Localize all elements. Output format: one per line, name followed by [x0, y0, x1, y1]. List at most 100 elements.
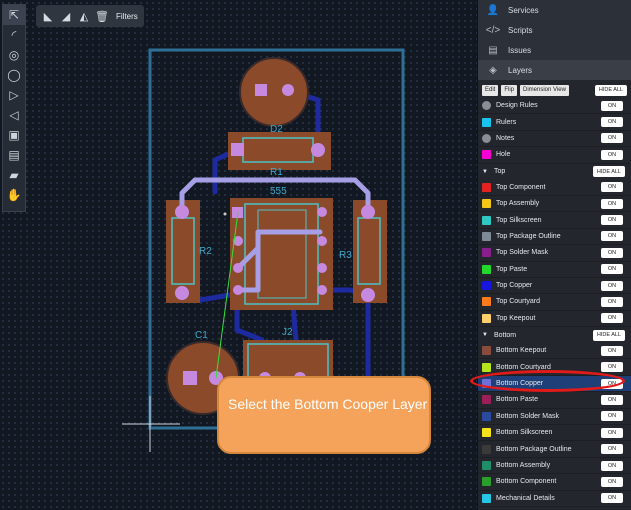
right-panel: 👤 Services </> Scripts ▤ Issues ◈ Layers Edi… [477, 0, 631, 510]
layer-row[interactable]: Bottom Assembly ON [478, 458, 631, 475]
layer-toggle-button[interactable]: ON [601, 182, 623, 193]
layer-toggle-button[interactable]: ON [601, 411, 623, 422]
nav-services-label: Services [508, 5, 539, 15]
layer-label: Hole [496, 151, 511, 159]
triangle-tool-icon[interactable]: ◁ [3, 105, 25, 125]
layer-row[interactable]: Top Silkscreen ON [478, 212, 631, 229]
layer-row[interactable]: Top Assembly ON [478, 196, 631, 213]
layer-toggle-button[interactable]: ON [601, 476, 623, 487]
layer-row[interactable]: Top Courtyard ON [478, 294, 631, 311]
layer-row[interactable]: Rulers ON [478, 114, 631, 131]
layer-label: Top Silkscreen [496, 216, 542, 224]
align-left-icon[interactable]: ◣ [40, 8, 56, 24]
layer-toggle-button[interactable]: ON [601, 345, 623, 356]
polygon-tool-icon[interactable]: ▷ [3, 85, 25, 105]
layer-row[interactable]: Top Paste ON [478, 262, 631, 278]
trash-icon[interactable]: 🗑 [94, 8, 110, 24]
nav-layers[interactable]: ◈ Layers [478, 60, 631, 80]
layer-toggle-button[interactable]: ON [601, 198, 623, 209]
filters-button[interactable]: Filters [116, 12, 138, 21]
layer-toggle-button[interactable]: ON [601, 100, 623, 111]
layer-row[interactable]: Hole ON [478, 147, 631, 164]
layer-row[interactable]: Bottom Silkscreen ON [478, 425, 631, 442]
layer-toggle-button[interactable]: ON [601, 231, 623, 242]
layer-row[interactable]: Bottom Component ON [478, 474, 631, 491]
layer-row[interactable]: Top Component ON [478, 180, 631, 196]
flip-icon[interactable]: ◭ [76, 8, 92, 24]
nav-scripts-label: Scripts [508, 25, 533, 35]
layer-label: Top Keepout [496, 314, 536, 322]
top-hide-all-button[interactable]: HIDE ALL [592, 166, 625, 178]
layer-row[interactable]: Bottom Solder Mask ON [478, 409, 631, 426]
layer-toggle-button[interactable]: ON [601, 215, 623, 226]
circle-outline-tool-icon[interactable]: ◯ [3, 65, 25, 85]
layer-row[interactable]: Top Keepout ON [478, 311, 631, 328]
layer-color-swatch [482, 231, 491, 241]
layer-toggle-button[interactable]: ON [601, 133, 623, 144]
layer-toggle-button[interactable]: ON [601, 264, 623, 275]
layer-row[interactable]: Bottom Package Outline ON [478, 441, 631, 458]
layer-color-swatch [482, 313, 491, 323]
layer-toggle-button[interactable]: ON [601, 247, 623, 258]
nav-issues[interactable]: ▤ Issues [478, 40, 631, 60]
layer-label: Top Courtyard [496, 298, 540, 306]
layer-label: Top Solder Mask [496, 249, 549, 257]
layer-color-swatch [482, 101, 491, 111]
layer-row[interactable]: Design Rules ON [478, 98, 631, 115]
bottom-hide-all-button[interactable]: HIDE ALL [592, 329, 625, 341]
layer-toggle-button[interactable]: ON [601, 296, 623, 307]
layer-color-swatch [482, 346, 491, 356]
select-tool-icon[interactable]: ⇱ [3, 5, 25, 25]
u555-component [230, 198, 333, 310]
pan-hand-icon[interactable]: ✋ [3, 185, 25, 205]
nav-issues-label: Issues [508, 45, 532, 55]
layer-row[interactable]: Top Copper ON [478, 278, 631, 295]
layer-toggle-button[interactable]: ON [601, 313, 623, 324]
layer-row[interactable]: Notes ON [478, 131, 631, 148]
top-layer-list: Top Component ON Top Assembly ON Top Silkscr… [478, 180, 631, 328]
layer-toggle-button[interactable]: ON [601, 394, 623, 405]
layer-color-swatch [482, 182, 491, 192]
layer-color-swatch [482, 264, 491, 274]
layer-toggle-button[interactable]: ON [601, 280, 623, 291]
top-section-header[interactable]: ▼ Top HIDE ALL [478, 163, 631, 180]
align-right-icon[interactable]: ◢ [58, 8, 74, 24]
image-tool-icon[interactable]: ▣ [3, 125, 25, 145]
layer-color-swatch [482, 444, 491, 454]
layer-toggle-button[interactable]: ON [601, 493, 623, 504]
layer-toggle-button[interactable]: ON [601, 117, 623, 128]
layer-color-swatch [482, 493, 491, 503]
note-tool-icon[interactable]: ▤ [3, 145, 25, 165]
layer-toggle-button[interactable]: ON [601, 149, 623, 160]
nav-scripts[interactable]: </> Scripts [478, 20, 631, 40]
layer-row[interactable]: Top Package Outline ON [478, 229, 631, 246]
circle-tool-icon[interactable]: ◎ [3, 45, 25, 65]
layer-label: Design Rules [496, 102, 538, 110]
ref-r1: R1 [270, 167, 283, 178]
nav-services[interactable]: 👤 Services [478, 0, 631, 20]
layer-row[interactable]: Top Solder Mask ON [478, 245, 631, 262]
layer-label: Bottom Paste [496, 396, 539, 404]
layer-color-swatch [482, 411, 491, 421]
layer-row[interactable]: Bottom Keepout ON [478, 343, 631, 360]
layer-toggle-button[interactable]: ON [601, 460, 623, 471]
arc-tool-icon[interactable]: ◜ [3, 25, 25, 45]
bottom-section-header[interactable]: ▼ Bottom HIDE ALL [478, 327, 631, 344]
layer-label: Bottom Silkscreen [496, 429, 553, 437]
layer-label: Notes [496, 134, 515, 142]
layer-row[interactable]: Bottom Paste ON [478, 392, 631, 409]
layer-label: Bottom Solder Mask [496, 412, 560, 420]
code-icon: </> [485, 24, 501, 36]
layer-toggle-button[interactable]: ON [601, 362, 623, 373]
left-toolbar: ⇱ ◜ ◎ ◯ ▷ ◁ ▣ ▤ ▰ ✋ [2, 4, 26, 212]
layer-toggle-button[interactable]: ON [601, 444, 623, 455]
edit-button[interactable]: Edit [482, 84, 499, 96]
layer-toggle-button[interactable]: ON [601, 427, 623, 438]
layer-row[interactable]: Mechanical Details ON [478, 491, 631, 507]
flip-button[interactable]: Flip [501, 84, 518, 96]
ruler-tool-icon[interactable]: ▰ [3, 165, 25, 185]
hide-all-button[interactable]: HIDE ALL [594, 84, 627, 96]
layer-label: Mechanical Details [496, 494, 555, 502]
dimension-view-button[interactable]: Dimension View [520, 84, 569, 96]
layer-label: Top Copper [496, 282, 533, 290]
